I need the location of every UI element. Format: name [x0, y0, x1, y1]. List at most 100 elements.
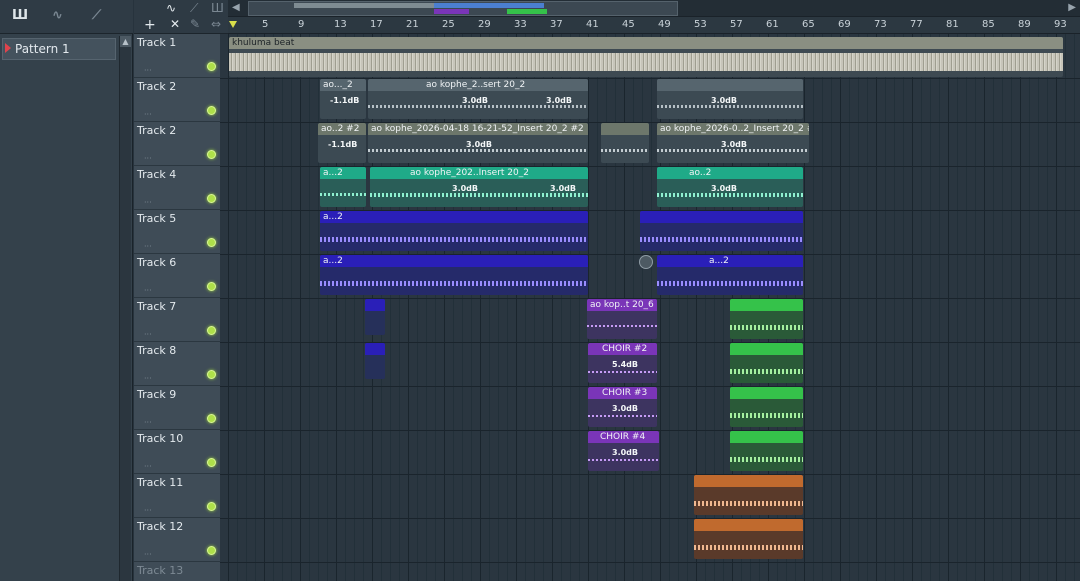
clip-title [365, 299, 385, 311]
audio-clip-khuluma-beat[interactable]: khuluma beat [229, 37, 1063, 77]
piano-icon[interactable]: Ш [12, 8, 28, 23]
track-header[interactable]: Track 5 ··· [134, 210, 220, 254]
overview-thumb[interactable] [248, 1, 678, 16]
track-mute-led[interactable] [207, 106, 216, 115]
track-label: Track 9 [137, 388, 177, 401]
audio-clip[interactable] [601, 123, 649, 163]
track-mute-led[interactable] [207, 194, 216, 203]
waveform [657, 193, 803, 197]
waveform-icon[interactable]: ∿ [52, 8, 63, 23]
audio-clip[interactable]: ao..2 #2 -1.1dB [318, 123, 366, 163]
song-position-marker[interactable] [229, 21, 237, 28]
scroll-up-icon[interactable]: ▲ [120, 36, 131, 47]
audio-clip[interactable] [694, 475, 803, 515]
waveform [588, 459, 659, 461]
grid-line [1056, 34, 1057, 581]
track-header[interactable]: Track 6 ··· [134, 254, 220, 298]
track-header[interactable]: Track 7 ··· [134, 298, 220, 342]
audio-clip[interactable]: 3.0dB [657, 79, 803, 119]
audio-clip[interactable]: a...2 [320, 211, 588, 251]
audio-clip[interactable] [694, 519, 803, 559]
grid-line [867, 34, 868, 581]
scroll-right-icon[interactable]: ▶ [1068, 2, 1076, 13]
gain-label: 3.0dB [550, 184, 576, 193]
audio-clip[interactable] [365, 299, 385, 335]
track-header[interactable]: Track 12 ··· [134, 518, 220, 562]
ruler-bar-number: 21 [406, 19, 419, 30]
audio-clip[interactable]: CHOIR #2 5.4dB [588, 343, 657, 383]
track-header[interactable]: Track 9 ··· [134, 386, 220, 430]
cut-tool-button[interactable]: ✕ [170, 17, 180, 31]
track-mute-led[interactable] [207, 150, 216, 159]
audio-clip[interactable]: ao..2 3.0dB [657, 167, 803, 207]
grid-line [246, 34, 247, 581]
waveform [640, 237, 803, 242]
fade-knob-icon[interactable] [639, 255, 653, 269]
audio-clip[interactable] [365, 343, 385, 379]
track-mute-led[interactable] [207, 326, 216, 335]
ruler-bar-number: 13 [334, 19, 347, 30]
gain-label: 3.0dB [612, 404, 638, 413]
audio-clip[interactable] [730, 387, 803, 427]
audio-clip[interactable]: ao..._2 -1.1dB [320, 79, 366, 119]
audio-clip[interactable] [730, 299, 803, 339]
draw-tool-icon[interactable]: ✎ [190, 17, 200, 31]
link-icon[interactable]: ⇔ [211, 17, 221, 31]
track-mute-led[interactable] [207, 414, 216, 423]
track-mute-led[interactable] [207, 282, 216, 291]
playlist-overview-scrollbar[interactable]: ◀ ▶ [228, 0, 1080, 17]
track-mute-led[interactable] [207, 502, 216, 511]
track-mute-led[interactable] [207, 546, 216, 555]
audio-clip[interactable]: ao kophe_202..Insert 20_2 3.0dB 3.0dB [370, 167, 588, 207]
track-header[interactable]: Track 11 ··· [134, 474, 220, 518]
waveform [694, 545, 803, 550]
clip-title: ao kophe_2026-04-18 16-21-52_Insert 20_2… [368, 123, 588, 135]
waveform-icon[interactable]: ∿ [166, 1, 176, 15]
grid-line [849, 34, 850, 581]
track-header[interactable]: Track 2 ··· [134, 122, 220, 166]
audio-clip[interactable]: ao kophe_2026-0..2_Insert 20_2 #2 3.0dB [657, 123, 809, 163]
automation-icon[interactable]: ⟋ [92, 8, 101, 23]
grid-line [876, 34, 877, 581]
grid-line [966, 34, 967, 581]
audio-clip[interactable]: CHOIR #4 3.0dB [588, 431, 659, 471]
audio-clip[interactable] [730, 343, 803, 383]
grid-line [912, 34, 913, 581]
audio-clip[interactable]: a...2 [320, 255, 588, 295]
track-grip-icon: ··· [144, 110, 152, 119]
playlist-grid[interactable]: khuluma beat ao..._2 -1.1dB ao kophe_2..… [220, 34, 1080, 581]
audio-clip[interactable]: ao kop..t 20_6 [587, 299, 657, 339]
grid-line [885, 34, 886, 581]
picker-scrollbar[interactable]: ▲ [119, 36, 131, 581]
gain-label: 3.0dB [711, 184, 737, 193]
scroll-left-icon[interactable]: ◀ [232, 2, 240, 13]
track-header[interactable]: Track 13 [134, 562, 220, 581]
track-header[interactable]: Track 8 ··· [134, 342, 220, 386]
track-header[interactable]: Track 1 ··· [134, 34, 220, 78]
waveform [588, 371, 657, 373]
track-mute-led[interactable] [207, 238, 216, 247]
automation-icon[interactable]: ⟋ [190, 1, 198, 16]
audio-clip[interactable]: ao kophe_2..sert 20_2 3.0dB 3.0dB [368, 79, 588, 119]
track-mute-led[interactable] [207, 62, 216, 71]
track-mute-led[interactable] [207, 458, 216, 467]
pattern-item[interactable]: Pattern 1 [2, 38, 116, 60]
track-mute-led[interactable] [207, 370, 216, 379]
ruler-bar-number: 93 [1054, 19, 1067, 30]
audio-clip[interactable] [640, 211, 803, 251]
add-track-button[interactable]: + [144, 17, 156, 33]
audio-clip[interactable]: CHOIR #3 3.0dB [588, 387, 657, 427]
audio-clip[interactable]: a...2 [320, 167, 366, 207]
audio-clip[interactable]: ao kophe_2026-04-18 16-21-52_Insert 20_2… [368, 123, 588, 163]
audio-clip[interactable]: a...2 [657, 255, 803, 295]
track-grip-icon: ··· [144, 374, 152, 383]
audio-clip[interactable] [730, 431, 803, 471]
timeline-ruler[interactable]: 5 9 13 17 21 25 29 33 37 41 45 49 53 57 61 65 69 73 77 81 85… [228, 17, 1080, 34]
track-header[interactable]: Track 4 ··· [134, 166, 220, 210]
track-label: Track 6 [137, 256, 177, 269]
track-label: Track 5 [137, 212, 177, 225]
track-header[interactable]: Track 10 ··· [134, 430, 220, 474]
track-header[interactable]: Track 2 ··· [134, 78, 220, 122]
gain-label: -1.1dB [328, 140, 358, 149]
piano-icon[interactable]: Ш [211, 1, 224, 15]
